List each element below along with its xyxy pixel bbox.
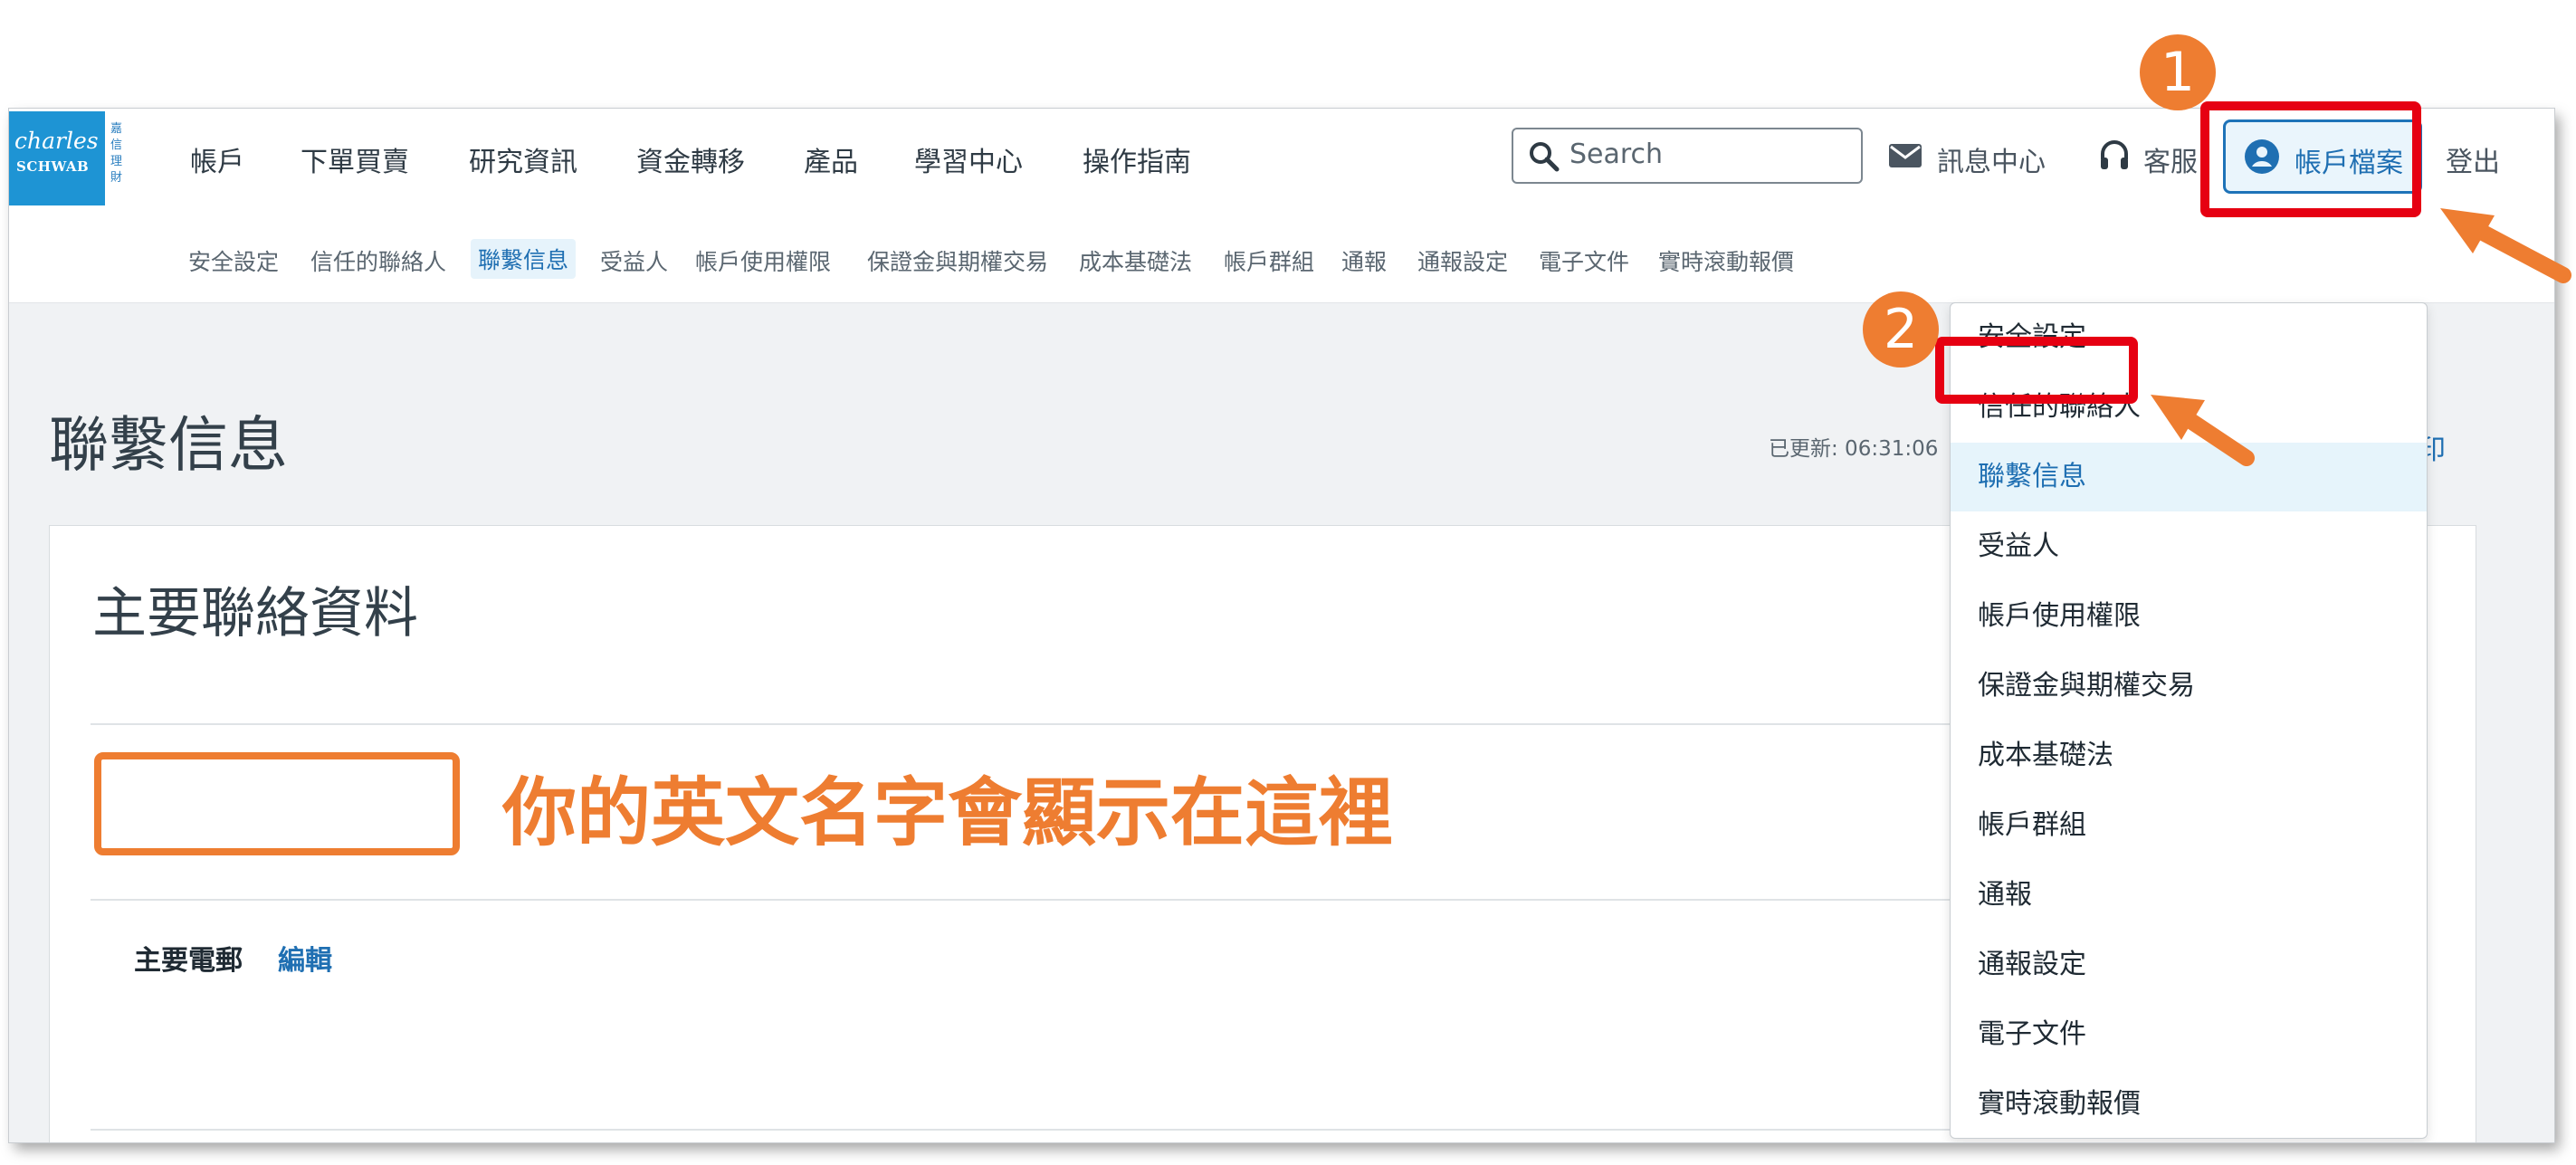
edit-link[interactable]: 編輯 (278, 938, 332, 978)
logo-line2: SCHWAB (16, 158, 90, 175)
subnav-beneficiaries[interactable]: 受益人 (600, 244, 668, 277)
primary-email-label: 主要電郵 (134, 945, 243, 977)
subnav-contact-info[interactable]: 聯繫信息 (471, 239, 577, 279)
page-title: 聯繫信息 (49, 410, 288, 480)
schwab-logo[interactable]: charles SCHWAB (9, 111, 105, 205)
menu-item-margin-options[interactable]: 保證金與期權交易 (1951, 652, 2427, 721)
nav-products[interactable]: 產品 (804, 139, 858, 179)
step1-highlight-box (2200, 101, 2421, 217)
menu-item-alerts[interactable]: 通報 (1951, 861, 2427, 930)
step2-highlight-box (1935, 337, 2138, 404)
top-navigation-bar: charles SCHWAB 嘉信理財 帳戶 下單買賣 研究資訊 資金轉移 產品… (9, 109, 2554, 211)
logo-line1: charles (14, 128, 99, 154)
browser-page: charles SCHWAB 嘉信理財 帳戶 下單買賣 研究資訊 資金轉移 產品… (9, 109, 2554, 1142)
subnav-trusted-contact[interactable]: 信任的聯絡人 (310, 244, 446, 277)
subnav-e-documents[interactable]: 電子文件 (1539, 244, 1629, 277)
step1-badge: 1 (2140, 34, 2216, 110)
search-input[interactable]: Search (1512, 128, 1863, 184)
step2-badge: 2 (1863, 291, 1939, 368)
headset-icon (2101, 140, 2128, 169)
subnav-account-groups[interactable]: 帳戶群組 (1224, 244, 1314, 277)
arrow-pointer-icon (2440, 208, 2571, 283)
menu-item-alert-settings[interactable]: 通報設定 (1951, 931, 2427, 999)
menu-item-account-groups[interactable]: 帳戶群組 (1951, 791, 2427, 860)
subnav-alerts[interactable]: 通報 (1341, 244, 1387, 277)
envelope-icon (1889, 144, 1922, 167)
search-placeholder: Search (1569, 138, 1664, 170)
nav-move-money[interactable]: 資金轉移 (636, 139, 745, 179)
messages-link[interactable]: 訊息中心 (1937, 139, 2046, 179)
card-title: 主要聯絡資料 (92, 582, 418, 645)
subnav-security[interactable]: 安全設定 (188, 244, 279, 277)
menu-item-streaming-quotes[interactable]: 實時滾動報價 (1951, 1070, 2427, 1139)
updated-timestamp: 已更新: 06:31:06 (1769, 437, 1939, 461)
subnav-margin-options[interactable]: 保證金與期權交易 (867, 244, 1048, 277)
subnav-alert-settings[interactable]: 通報設定 (1417, 244, 1508, 277)
subnav-account-permissions[interactable]: 帳戶使用權限 (695, 244, 831, 277)
subnav-cost-basis[interactable]: 成本基礎法 (1079, 244, 1192, 277)
subnav-streaming-quotes[interactable]: 實時滾動報價 (1658, 244, 1794, 277)
menu-item-cost-basis[interactable]: 成本基礎法 (1951, 721, 2427, 790)
menu-item-account-permissions[interactable]: 帳戶使用權限 (1951, 582, 2427, 651)
name-placeholder-box (94, 752, 460, 855)
menu-item-beneficiaries[interactable]: 受益人 (1951, 512, 2427, 581)
menu-item-e-documents[interactable]: 電子文件 (1951, 1000, 2427, 1069)
arrow-pointer-icon (2151, 395, 2255, 466)
logout-link[interactable]: 登出 (2446, 139, 2500, 179)
nav-accounts[interactable]: 帳戶 (190, 139, 244, 179)
nav-trade[interactable]: 下單買賣 (301, 139, 409, 179)
support-link[interactable]: 客服 (2143, 139, 2198, 179)
logo-chinese: 嘉信理財 (110, 122, 123, 185)
search-icon (1530, 142, 1560, 172)
profile-subnav: 安全設定 信任的聯絡人 聯繫信息 受益人 帳戶使用權限 保證金與期權交易 成本基… (9, 210, 2554, 303)
nav-learning-center[interactable]: 學習中心 (914, 139, 1023, 179)
nav-research[interactable]: 研究資訊 (469, 139, 577, 179)
name-hint-annotation: 你的英文名字會顯示在這裡 (502, 770, 1394, 856)
nav-guide[interactable]: 操作指南 (1083, 139, 1191, 179)
